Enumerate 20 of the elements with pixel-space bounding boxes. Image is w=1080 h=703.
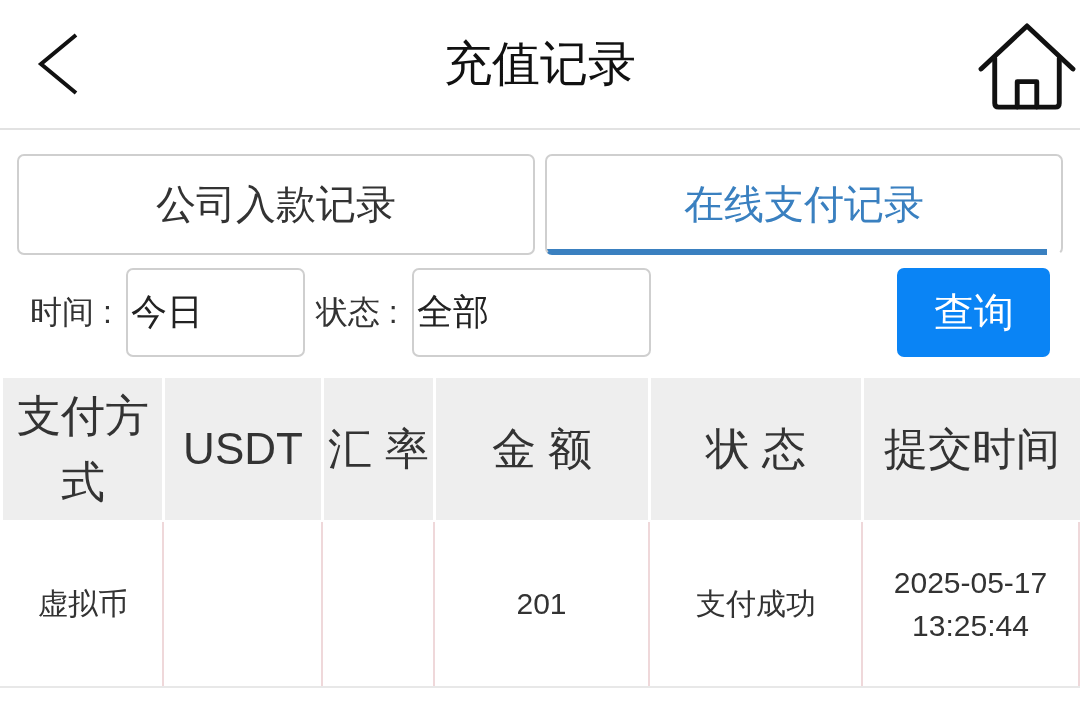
page-title: 充值记录 xyxy=(444,36,636,92)
table-cell: 支付成功 xyxy=(648,522,861,686)
time-label: 时间 : xyxy=(30,292,112,332)
tab[interactable]: 在线支付记录 xyxy=(545,154,1063,255)
column-header: 汇 率 xyxy=(324,378,433,520)
table-cell: 201 xyxy=(433,522,648,686)
time-field[interactable]: 今日 xyxy=(125,268,305,357)
column-header: 金 额 xyxy=(436,378,648,520)
status-field[interactable]: 全部 xyxy=(411,268,651,357)
column-header: 支付方式 xyxy=(3,378,162,520)
column-header: 状 态 xyxy=(651,378,861,520)
query-button[interactable]: 查询 xyxy=(897,268,1050,357)
back-icon[interactable] xyxy=(37,33,79,95)
status-label: 状态 : xyxy=(315,292,398,332)
table-cell: 2025-05-17 13:25:44 xyxy=(861,522,1080,686)
column-header: USDT xyxy=(165,378,321,520)
table-cell-text: 虚拟币 xyxy=(36,586,129,623)
column-header: 提交时间 xyxy=(864,378,1080,520)
home-icon[interactable] xyxy=(978,23,1076,111)
tab[interactable]: 公司入款记录 xyxy=(17,154,535,255)
